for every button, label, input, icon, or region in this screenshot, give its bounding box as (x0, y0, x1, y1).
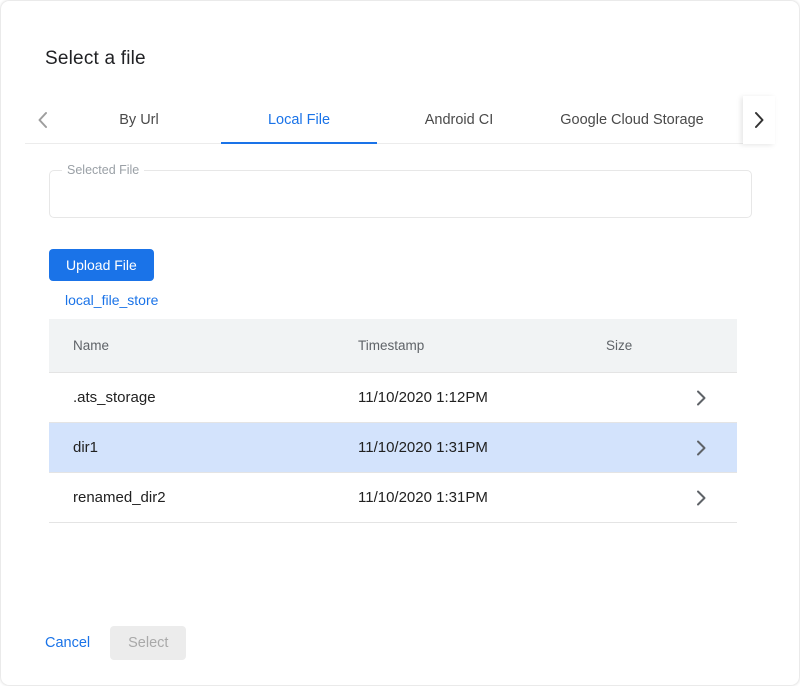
tab-by-url[interactable]: By Url (59, 96, 219, 143)
file-timestamp: 11/10/2020 1:12PM (358, 389, 606, 406)
chevron-right-icon[interactable] (696, 439, 707, 457)
file-name: .ats_storage (49, 389, 358, 406)
column-header-timestamp: Timestamp (358, 338, 606, 353)
tab-label: Local File (268, 112, 330, 128)
breadcrumb-local-file-store[interactable]: local_file_store (57, 292, 166, 308)
column-header-size: Size (606, 338, 665, 353)
tab-android-ci[interactable]: Android CI (379, 96, 539, 143)
chevron-right-icon (754, 111, 765, 129)
file-table: Name Timestamp Size .ats_storage 11/10/2… (49, 319, 737, 523)
chevron-right-icon[interactable] (696, 489, 707, 507)
upload-file-button[interactable]: Upload File (49, 249, 154, 281)
table-row-dir1[interactable]: dir1 11/10/2020 1:31PM (49, 423, 737, 473)
tabs-previous-button[interactable] (25, 96, 59, 144)
tab-list: By Url Local File Android CI Google Clou… (59, 96, 743, 144)
tabs-next-button[interactable] (743, 96, 775, 144)
tab-google-cloud-storage[interactable]: Google Cloud Storage (539, 96, 725, 143)
select-button[interactable]: Select (110, 626, 186, 660)
chevron-right-icon[interactable] (696, 389, 707, 407)
tab-label: By Url (119, 112, 158, 128)
tab-label: Android CI (425, 112, 494, 128)
column-header-name: Name (49, 338, 358, 353)
tab-bar: By Url Local File Android CI Google Clou… (25, 96, 775, 144)
file-timestamp: 11/10/2020 1:31PM (358, 439, 606, 456)
cancel-button[interactable]: Cancel (37, 626, 98, 660)
dialog-title: Select a file (45, 48, 146, 70)
table-header-row: Name Timestamp Size (49, 319, 737, 373)
file-name: dir1 (49, 439, 358, 456)
selected-file-input[interactable] (50, 171, 751, 217)
file-name: renamed_dir2 (49, 489, 358, 506)
file-timestamp: 11/10/2020 1:31PM (358, 489, 606, 506)
select-file-dialog: Select a file By Url Local File Android … (1, 1, 799, 685)
selected-file-field-label: Selected File (62, 163, 144, 177)
chevron-left-icon (37, 111, 48, 129)
selected-file-field: Selected File (49, 170, 752, 218)
dialog-footer: Cancel Select (37, 626, 186, 660)
tab-label: Google Cloud Storage (560, 112, 704, 128)
table-row-ats-storage[interactable]: .ats_storage 11/10/2020 1:12PM (49, 373, 737, 423)
tab-local-file[interactable]: Local File (219, 96, 379, 143)
table-row-renamed-dir2[interactable]: renamed_dir2 11/10/2020 1:31PM (49, 473, 737, 523)
